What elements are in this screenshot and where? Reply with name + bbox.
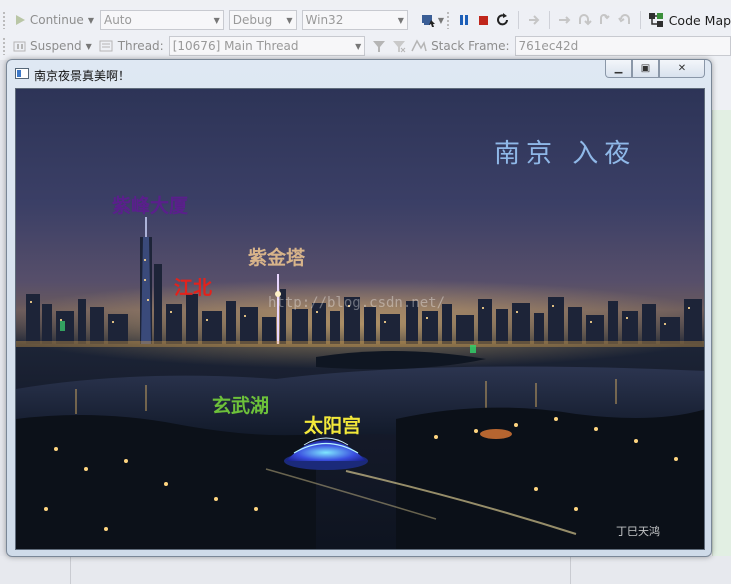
divider	[70, 556, 71, 584]
solution-config-value: Auto	[103, 13, 132, 27]
ide-right-panel	[712, 110, 731, 570]
night-city-image: 南京 入夜 紫峰大厦 江北 紫金塔 玄武湖 太阳宫 http://blog.cs…	[15, 88, 705, 550]
toolbar-separator	[639, 11, 641, 29]
watermark: http://blog.csdn.net/	[268, 295, 446, 311]
toolbar-grip[interactable]	[2, 37, 6, 55]
code-map-icon	[648, 12, 664, 28]
maximize-icon: ▣	[640, 63, 651, 74]
stack-frame-label: Stack Frame:	[431, 39, 510, 53]
toolbar-grip[interactable]	[446, 11, 450, 29]
chevron-down-icon: ▼	[355, 41, 362, 51]
thread-select[interactable]: [10676] Main Thread ▼	[168, 36, 366, 56]
stack-frame-value: 761ec42d	[518, 39, 579, 53]
divider	[570, 556, 571, 584]
maximize-button[interactable]: ▣	[632, 60, 659, 78]
filter-toggle-icon[interactable]	[391, 38, 407, 54]
green-light	[60, 321, 65, 331]
image-window[interactable]: 南京夜景真美啊！ ▁ ▣ ✕ 南京 入夜 紫峰大厦 江北 紫金塔 玄武湖 太阳宫…	[6, 59, 712, 557]
code-map-label: Code Map	[668, 12, 731, 28]
warm-light	[480, 429, 512, 439]
step-into-icon[interactable]	[557, 12, 573, 28]
chevron-down-icon: ▼	[85, 41, 92, 51]
suspend-button[interactable]: Suspend ▼	[10, 38, 92, 54]
debug-toolbar: Continue ▼ Auto ▼ Debug ▼ Win32 ▼ ▼ Code…	[0, 7, 731, 33]
chevron-down-icon: ▼	[397, 15, 404, 25]
step-over-icon[interactable]	[577, 12, 593, 28]
debug-location-toolbar: Suspend ▼ Thread: [10676] Main Thread ▼ …	[0, 33, 731, 59]
minimize-button[interactable]: ▁	[605, 60, 632, 78]
build-config-value: Debug	[232, 13, 273, 27]
suspend-icon	[12, 38, 28, 54]
window-controls: ▁ ▣ ✕	[605, 60, 705, 78]
filter-icon[interactable]	[371, 38, 387, 54]
window-title: 南京夜景真美啊！	[34, 69, 131, 83]
image-heading: 南京 入夜	[494, 139, 637, 169]
close-button[interactable]: ✕	[659, 60, 705, 78]
platform-select[interactable]: Win32 ▼	[301, 10, 408, 30]
shore-lights	[16, 341, 704, 347]
close-icon: ✕	[677, 63, 687, 74]
suspend-label: Suspend	[29, 39, 82, 53]
code-map-button[interactable]: Code Map	[646, 12, 731, 28]
chevron-down-icon: ▼	[87, 15, 94, 25]
restart-icon[interactable]	[495, 12, 511, 28]
stop-square	[479, 16, 489, 25]
toolbar-separator	[517, 11, 519, 29]
platform-value: Win32	[305, 13, 344, 27]
green-light	[470, 345, 476, 353]
flag-threads-icon[interactable]	[411, 38, 427, 54]
chevron-down-icon: ▼	[213, 15, 220, 25]
signature: 丁巳天鸿	[616, 525, 660, 538]
continue-label: Continue	[29, 13, 84, 27]
label-jiangbei: 江北	[174, 277, 213, 299]
toolbar-separator	[548, 11, 550, 29]
stop-icon[interactable]	[475, 12, 490, 28]
attach-process-icon[interactable]	[420, 12, 436, 28]
label-xuanwu-lake: 玄武湖	[212, 395, 270, 417]
stack-frame-select[interactable]: 761ec42d	[514, 36, 731, 56]
step-back-icon[interactable]	[617, 12, 633, 28]
minimize-icon: ▁	[614, 63, 623, 74]
pause-icon[interactable]	[456, 12, 471, 28]
label-sun-palace: 太阳宫	[304, 415, 362, 437]
thread-value: [10676] Main Thread	[172, 39, 299, 53]
ide-bottom-panel	[0, 556, 731, 584]
thread-icon	[98, 38, 114, 54]
label-zifeng-tower: 紫峰大厦	[112, 195, 189, 217]
continue-button[interactable]: Continue ▼	[10, 12, 94, 28]
window-app-icon[interactable]	[15, 68, 29, 79]
pause-bar-left	[459, 15, 463, 25]
chevron-down-icon: ▼	[286, 15, 293, 25]
thread-label: Thread:	[117, 39, 164, 53]
pause-bar-right	[464, 15, 468, 25]
continue-icon	[12, 12, 28, 28]
solution-config-select[interactable]: Auto ▼	[99, 10, 224, 30]
build-config-select[interactable]: Debug ▼	[228, 10, 297, 30]
toolbar-grip[interactable]	[2, 11, 6, 29]
label-zijin-tower: 紫金塔	[248, 247, 306, 269]
show-next-statement-icon[interactable]	[526, 12, 542, 28]
chevron-down-icon[interactable]: ▼	[438, 16, 444, 25]
step-out-icon[interactable]	[597, 12, 613, 28]
